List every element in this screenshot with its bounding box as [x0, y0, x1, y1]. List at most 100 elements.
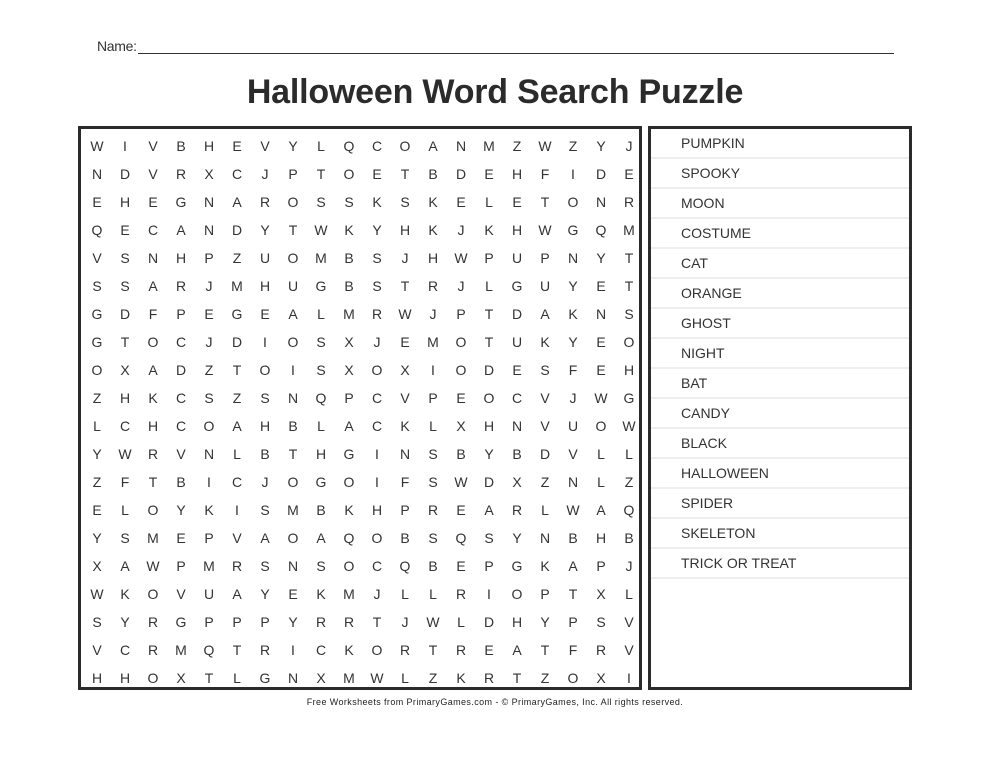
grid-cell[interactable]: S: [83, 272, 111, 300]
grid-cell[interactable]: K: [391, 412, 419, 440]
grid-cell[interactable]: D: [447, 160, 475, 188]
grid-cell[interactable]: L: [391, 664, 419, 692]
grid-cell[interactable]: A: [223, 580, 251, 608]
grid-cell[interactable]: H: [503, 608, 531, 636]
grid-cell[interactable]: N: [559, 468, 587, 496]
grid-cell[interactable]: N: [195, 188, 223, 216]
grid-cell[interactable]: Z: [419, 664, 447, 692]
grid-cell[interactable]: B: [307, 496, 335, 524]
grid-cell[interactable]: W: [587, 384, 615, 412]
grid-cell[interactable]: U: [503, 244, 531, 272]
grid-cell[interactable]: X: [447, 412, 475, 440]
grid-cell[interactable]: O: [363, 356, 391, 384]
grid-cell[interactable]: S: [335, 188, 363, 216]
grid-cell[interactable]: I: [363, 468, 391, 496]
grid-cell[interactable]: L: [83, 412, 111, 440]
grid-cell[interactable]: O: [363, 524, 391, 552]
grid-cell[interactable]: O: [279, 524, 307, 552]
grid-cell[interactable]: S: [531, 356, 559, 384]
grid-cell[interactable]: Z: [503, 132, 531, 160]
grid-cell[interactable]: D: [503, 300, 531, 328]
grid-cell[interactable]: M: [195, 552, 223, 580]
grid-cell[interactable]: L: [475, 272, 503, 300]
grid-cell[interactable]: W: [83, 580, 111, 608]
grid-cell[interactable]: P: [223, 608, 251, 636]
grid-cell[interactable]: S: [251, 552, 279, 580]
grid-cell[interactable]: X: [167, 664, 195, 692]
grid-cell[interactable]: O: [559, 664, 587, 692]
grid-cell[interactable]: D: [223, 216, 251, 244]
grid-cell[interactable]: V: [531, 384, 559, 412]
grid-cell[interactable]: R: [391, 636, 419, 664]
grid-cell[interactable]: K: [335, 636, 363, 664]
grid-cell[interactable]: Y: [83, 440, 111, 468]
grid-cell[interactable]: K: [531, 552, 559, 580]
grid-cell[interactable]: C: [167, 384, 195, 412]
grid-cell[interactable]: O: [559, 188, 587, 216]
grid-cell[interactable]: K: [363, 188, 391, 216]
grid-cell[interactable]: G: [167, 188, 195, 216]
grid-cell[interactable]: U: [559, 412, 587, 440]
grid-cell[interactable]: A: [587, 496, 615, 524]
grid-cell[interactable]: N: [503, 412, 531, 440]
grid-cell[interactable]: K: [559, 300, 587, 328]
grid-cell[interactable]: Q: [391, 552, 419, 580]
grid-cell[interactable]: E: [195, 300, 223, 328]
grid-cell[interactable]: I: [111, 132, 139, 160]
grid-cell[interactable]: Y: [475, 440, 503, 468]
grid-cell[interactable]: K: [335, 496, 363, 524]
grid-cell[interactable]: L: [307, 412, 335, 440]
grid-cell[interactable]: R: [167, 272, 195, 300]
grid-cell[interactable]: B: [335, 244, 363, 272]
grid-cell[interactable]: R: [419, 496, 447, 524]
grid-cell[interactable]: S: [587, 608, 615, 636]
grid-cell[interactable]: C: [111, 412, 139, 440]
grid-cell[interactable]: B: [251, 440, 279, 468]
grid-cell[interactable]: R: [363, 300, 391, 328]
grid-cell[interactable]: A: [223, 412, 251, 440]
grid-cell[interactable]: H: [167, 244, 195, 272]
grid-cell[interactable]: N: [279, 664, 307, 692]
grid-cell[interactable]: E: [223, 132, 251, 160]
grid-cell[interactable]: A: [531, 300, 559, 328]
grid-cell[interactable]: L: [419, 580, 447, 608]
grid-cell[interactable]: X: [391, 356, 419, 384]
grid-cell[interactable]: Z: [223, 384, 251, 412]
grid-cell[interactable]: D: [111, 300, 139, 328]
grid-cell[interactable]: X: [335, 356, 363, 384]
grid-cell[interactable]: K: [195, 496, 223, 524]
grid-cell[interactable]: L: [587, 440, 615, 468]
grid-cell[interactable]: S: [111, 244, 139, 272]
grid-cell[interactable]: R: [139, 440, 167, 468]
grid-cell[interactable]: H: [83, 664, 111, 692]
grid-cell[interactable]: D: [587, 160, 615, 188]
grid-cell[interactable]: W: [559, 496, 587, 524]
grid-cell[interactable]: I: [251, 328, 279, 356]
grid-cell[interactable]: R: [139, 636, 167, 664]
grid-cell[interactable]: H: [111, 188, 139, 216]
grid-cell[interactable]: Y: [503, 524, 531, 552]
grid-cell[interactable]: I: [363, 440, 391, 468]
grid-cell[interactable]: Z: [615, 468, 643, 496]
grid-cell[interactable]: Z: [83, 384, 111, 412]
grid-cell[interactable]: S: [391, 188, 419, 216]
grid-cell[interactable]: I: [279, 636, 307, 664]
grid-cell[interactable]: X: [587, 664, 615, 692]
grid-cell[interactable]: N: [531, 524, 559, 552]
grid-cell[interactable]: G: [307, 468, 335, 496]
grid-cell[interactable]: V: [167, 580, 195, 608]
grid-cell[interactable]: P: [251, 608, 279, 636]
grid-cell[interactable]: Y: [587, 244, 615, 272]
grid-cell[interactable]: Y: [559, 272, 587, 300]
grid-cell[interactable]: K: [335, 216, 363, 244]
grid-cell[interactable]: V: [615, 608, 643, 636]
grid-cell[interactable]: G: [335, 440, 363, 468]
grid-cell[interactable]: W: [111, 440, 139, 468]
grid-cell[interactable]: W: [363, 664, 391, 692]
grid-cell[interactable]: P: [447, 300, 475, 328]
grid-cell[interactable]: J: [195, 328, 223, 356]
grid-cell[interactable]: D: [475, 608, 503, 636]
grid-cell[interactable]: A: [335, 412, 363, 440]
grid-cell[interactable]: L: [587, 468, 615, 496]
grid-cell[interactable]: M: [167, 636, 195, 664]
